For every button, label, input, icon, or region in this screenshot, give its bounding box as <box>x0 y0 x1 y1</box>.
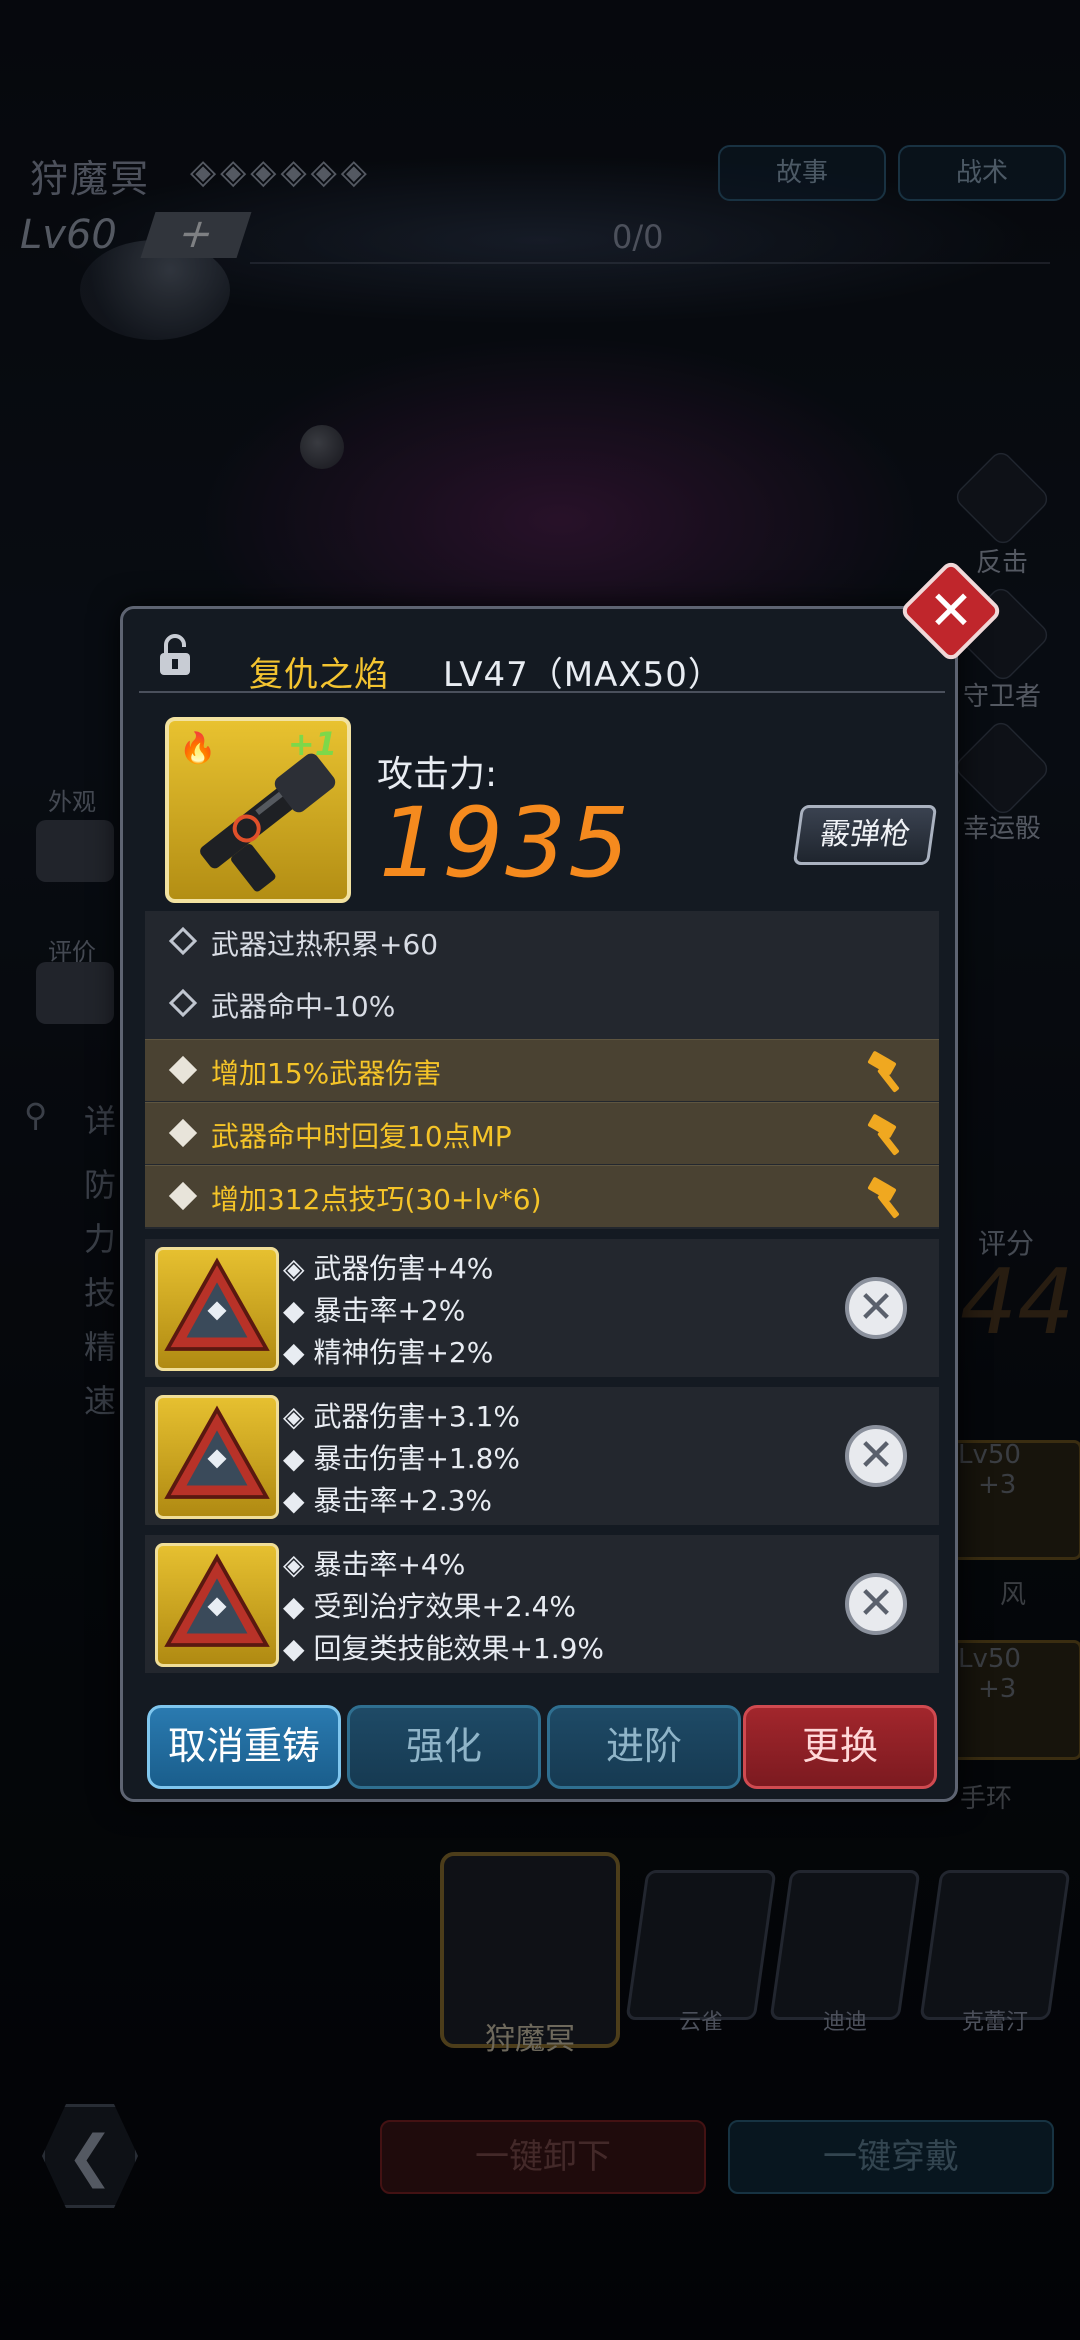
extra-attribute-text: 增加15%武器伤害 <box>211 1057 442 1090</box>
replace-button[interactable]: 更换 <box>743 1705 937 1789</box>
remove-gem-button[interactable]: ✕ <box>845 1425 907 1487</box>
gem-icon <box>155 1395 279 1519</box>
weapon-detail-dialog: 复仇之焰 LV47（MAX50） 🔥 +1 攻击力: 1935 霰弹枪 武器过热… <box>120 606 958 1802</box>
diamond-outline-icon <box>168 988 198 1018</box>
weapon-name: 复仇之焰 <box>249 655 389 695</box>
diamond-icon <box>168 1118 198 1148</box>
reforge-hammer-icon[interactable] <box>865 1113 909 1157</box>
gem-slot: ◈ 暴击率+4% ◆ 受到治疗效果+2.4% ◆ 回复类技能效果+1.9% ✕ <box>145 1535 939 1673</box>
extra-attribute-row: 增加15%武器伤害 <box>145 1039 939 1101</box>
gem-stat: ◆ 精神伤害+2% <box>283 1336 494 1369</box>
enhance-button[interactable]: 强化 <box>347 1705 541 1789</box>
diamond-icon <box>168 1181 198 1211</box>
title-divider <box>139 691 945 693</box>
advance-button[interactable]: 进阶 <box>547 1705 741 1789</box>
base-attribute-text: 武器过热积累+60 <box>211 928 439 961</box>
gem-stat: ◈ 武器伤害+4% <box>283 1252 494 1285</box>
base-attribute-row: 武器命中-10% <box>145 973 939 1035</box>
reforge-hammer-icon[interactable] <box>865 1176 909 1220</box>
extra-attribute-row: 武器命中时回复10点MP <box>145 1102 939 1164</box>
weapon-type-badge[interactable]: 霰弹枪 <box>792 805 938 865</box>
gem-slot: ◈ 武器伤害+3.1% ◆ 暴击伤害+1.8% ◆ 暴击率+2.3% ✕ <box>145 1387 939 1525</box>
reforge-hammer-icon[interactable] <box>865 1050 909 1094</box>
gem-slot: ◈ 武器伤害+4% ◆ 暴击率+2% ◆ 精神伤害+2% ✕ <box>145 1239 939 1377</box>
unlock-icon[interactable] <box>157 633 193 677</box>
remove-gem-button[interactable]: ✕ <box>845 1277 907 1339</box>
gem-stat: ◆ 暴击伤害+1.8% <box>283 1442 521 1475</box>
close-icon[interactable]: ✕ <box>914 574 988 648</box>
attribute-list: 武器过热积累+60 武器命中-10% 增加15%武器伤害 武器命中时回复10点M… <box>145 911 939 1229</box>
diamond-icon <box>168 1055 198 1085</box>
attack-value: 1935 <box>379 787 632 899</box>
gem-icon <box>155 1543 279 1667</box>
remove-gem-button[interactable]: ✕ <box>845 1573 907 1635</box>
shotgun-icon <box>200 753 336 892</box>
extra-attribute-text: 增加312点技巧(30+lv*6) <box>211 1183 542 1216</box>
base-attribute-row: 武器过热积累+60 <box>145 911 939 973</box>
diamond-outline-icon <box>168 926 198 956</box>
cancel-reforge-button[interactable]: 取消重铸 <box>147 1705 341 1789</box>
gem-stat: ◆ 受到治疗效果+2.4% <box>283 1590 577 1623</box>
gem-stat: ◈ 武器伤害+3.1% <box>283 1400 521 1433</box>
gem-stat: ◈ 暴击率+4% <box>283 1548 466 1581</box>
gem-stat: ◆ 回复类技能效果+1.9% <box>283 1632 605 1665</box>
base-attribute-text: 武器命中-10% <box>211 990 396 1023</box>
extra-attribute-text: 武器命中时回复10点MP <box>211 1120 512 1153</box>
gem-icon <box>155 1247 279 1371</box>
gem-stat: ◆ 暴击率+2% <box>283 1294 466 1327</box>
weapon-level: LV47（MAX50） <box>443 655 723 695</box>
extra-attribute-row: 增加312点技巧(30+lv*6) <box>145 1165 939 1227</box>
weapon-thumbnail: 🔥 +1 <box>165 717 351 903</box>
gem-stat: ◆ 暴击率+2.3% <box>283 1484 493 1517</box>
